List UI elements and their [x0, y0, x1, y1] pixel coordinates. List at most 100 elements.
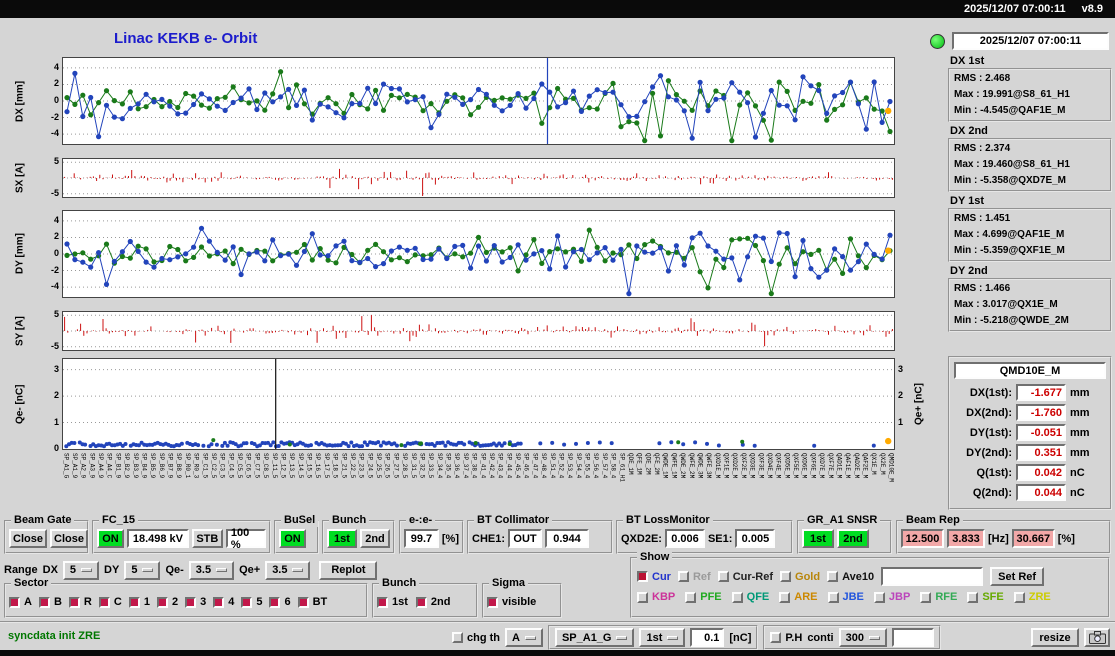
threshold-input[interactable] — [690, 628, 725, 647]
checkbox-zre[interactable]: ZRE — [1013, 591, 1051, 603]
checkbox-visible[interactable]: visible — [487, 596, 536, 608]
checkbox-5[interactable]: 5 — [241, 596, 262, 608]
checkbox-3[interactable]: 3 — [185, 596, 206, 608]
range-qem-label: Qe- — [165, 564, 184, 576]
x-axis-label: SP_48_4 — [540, 453, 548, 479]
x-axis-label: SP_43_4 — [496, 453, 504, 479]
checkbox-indicator — [1013, 591, 1025, 603]
checkbox-sfe[interactable]: SFE — [967, 591, 1004, 603]
range-qem-select[interactable]: 3.5 — [188, 560, 235, 580]
y-tick-label: -5 — [50, 340, 59, 351]
set-ref-button[interactable]: Set Ref — [990, 567, 1045, 586]
bunch-1st-button[interactable]: 1st — [327, 529, 357, 548]
checkbox-6[interactable]: 6 — [269, 596, 291, 608]
points-select[interactable]: 300 — [838, 628, 887, 647]
checkbox-c[interactable]: C — [98, 596, 122, 608]
checkbox-4[interactable]: 4 — [213, 596, 234, 608]
gr-a1-2nd-button[interactable]: 2nd — [837, 529, 869, 548]
beam-gate-close-2-button[interactable]: Close — [50, 529, 88, 548]
bunch-value: 1st — [646, 631, 663, 644]
optmenu-bar-icon — [81, 568, 93, 572]
checkbox-are[interactable]: ARE — [779, 591, 818, 603]
ee-ratio-group: e-:e- 99.7 [%] — [399, 514, 464, 554]
checkbox-1st[interactable]: 1st — [377, 596, 408, 608]
page-title: Linac KEKB e- Orbit — [114, 30, 258, 47]
checkbox-qfe[interactable]: QFE — [731, 591, 769, 603]
checkbox-ave10[interactable]: Ave10 — [827, 571, 874, 583]
monitor-value: 0.044 — [1016, 484, 1066, 501]
gr-a1-1st-button[interactable]: 1st — [802, 529, 834, 548]
option-value: 5 — [69, 564, 77, 576]
checkbox-rfe[interactable]: RFE — [920, 591, 957, 603]
checkbox-2[interactable]: 2 — [156, 596, 178, 608]
checkbox-indicator — [38, 596, 50, 608]
range-qep-select[interactable]: 3.5 — [265, 560, 311, 580]
y-tick-label: 2 — [53, 390, 59, 401]
bunch-select-bottom[interactable]: 1st — [639, 628, 686, 647]
monitor-unit: nC — [1070, 486, 1085, 499]
x-axis-label: SP_B3_9 — [131, 453, 139, 479]
resize-button[interactable]: resize — [1031, 628, 1079, 647]
checkbox-ref[interactable]: Ref — [677, 571, 711, 583]
option-value: 3.5 — [272, 564, 288, 576]
checkbox-1[interactable]: 1 — [128, 596, 150, 608]
conti-button[interactable]: conti — [807, 632, 833, 644]
stat-line: Max : 19.460@S8_61_H1 — [954, 159, 1070, 170]
x-axis-label: SP_15_5 — [305, 453, 313, 479]
fc15-on-button[interactable]: ON — [97, 529, 124, 548]
aux-input[interactable] — [891, 628, 934, 647]
range-dx-label: DX — [42, 564, 58, 576]
beam-rep-group: Beam Rep 12.500 3.833 [Hz] 30.667 [%] — [896, 514, 1111, 554]
checkbox-r[interactable]: R — [68, 596, 92, 608]
checkbox-jbe[interactable]: JBE — [827, 591, 864, 603]
checkbox-curmref[interactable]: Cur-Ref — [717, 571, 773, 583]
bunch-2nd-button[interactable]: 2nd — [360, 529, 390, 548]
monitor-row: DX(1st): -1.677 mm — [954, 384, 1106, 401]
monitor-rows: DX(1st): -1.677 mm DX(2nd): -1.760 mm DY(1st):… — [952, 384, 1108, 501]
ph-checkbox[interactable]: P.H — [770, 632, 802, 644]
sp-select[interactable]: SP_A1_G — [554, 628, 635, 647]
x-axis-label: SP_17_5 — [322, 453, 330, 479]
range-dy-select[interactable]: 5 — [124, 560, 161, 580]
bt-lossmonitor-title: BT LossMonitor — [623, 514, 713, 528]
checkbox-2nd[interactable]: 2nd — [415, 596, 450, 608]
axis-label-right-q: Qe+ [nC] — [913, 383, 925, 425]
checkbox-b[interactable]: B — [38, 596, 62, 608]
monitor-unit: nC — [1070, 466, 1085, 479]
x-axis-label: SP_35_4 — [444, 453, 452, 479]
checkbox-pfe[interactable]: PFE — [685, 591, 722, 603]
monitor-panel: QMD10E_M DX(1st): -1.677 mm DX(2nd): -1.760 m… — [948, 356, 1112, 510]
checkbox-indicator — [637, 591, 648, 603]
checkbox-jbp[interactable]: JBP — [873, 591, 910, 603]
replot-button[interactable]: Replot — [319, 560, 378, 580]
range-dx-select[interactable]: 5 — [62, 560, 100, 580]
chg-th-checkbox[interactable]: chg th — [452, 632, 500, 644]
checkbox-kbp[interactable]: KBP — [637, 591, 675, 603]
beam-gate-close-1-button[interactable]: Close — [9, 529, 47, 548]
y-tick-label: 4 — [53, 214, 59, 225]
y-tick-label: -2 — [50, 111, 59, 122]
x-axis-label: SP_44_4 — [505, 453, 513, 479]
stat-group-box: RMS : 2.468 Max : 19.991@S8_61_H1 Min : -4… — [948, 68, 1112, 122]
camera-button[interactable] — [1084, 628, 1110, 647]
checkbox-bt[interactable]: BT — [297, 596, 327, 608]
monitor-unit: mm — [1070, 406, 1090, 419]
fc15-stb-button[interactable]: STB — [191, 529, 223, 548]
checkbox-indicator — [377, 596, 388, 608]
checkbox-gold[interactable]: Gold — [780, 571, 820, 583]
monitor-value: 0.042 — [1016, 464, 1066, 481]
busel-on-button[interactable]: ON — [279, 529, 306, 548]
checkbox-label: R — [83, 596, 92, 608]
x-axis-label: SP_38_4 — [470, 453, 478, 479]
checkbox-a[interactable]: A — [9, 596, 32, 608]
mode-select[interactable]: A — [505, 628, 543, 647]
checkbox-indicator — [68, 596, 80, 608]
monitor-unit: mm — [1070, 426, 1090, 439]
monitor-row: Q(2nd): 0.044 nC — [954, 484, 1106, 501]
ref-file-input[interactable] — [881, 567, 984, 586]
x-axis-label: SP_B5_9 — [149, 453, 157, 479]
checkbox-cur[interactable]: Cur — [637, 571, 671, 583]
x-axis-label: QX2E_M — [878, 453, 886, 475]
x-axis-label: QWDE_3M — [696, 453, 704, 479]
x-axis-label: SP_16_5 — [314, 453, 322, 479]
